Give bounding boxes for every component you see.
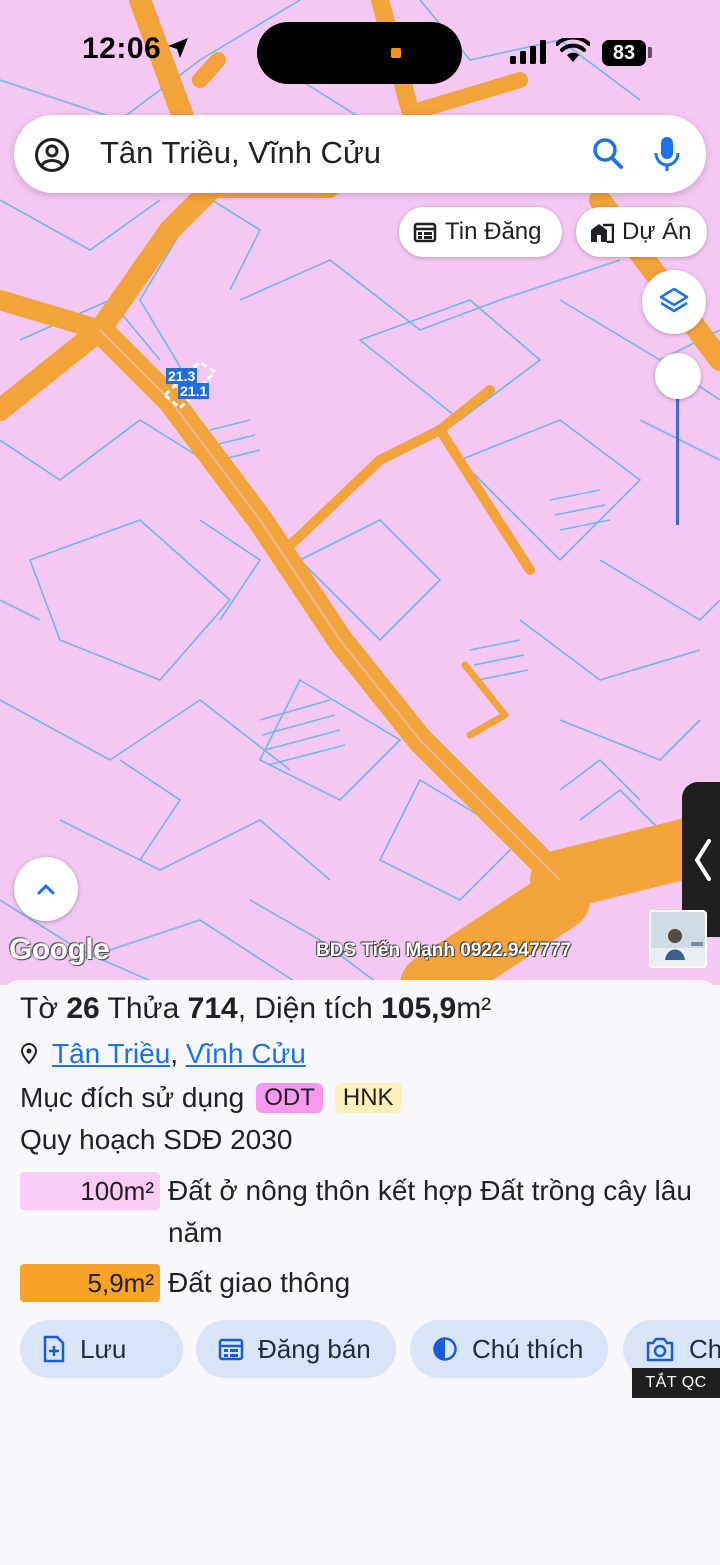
street-view-thumbnail[interactable] xyxy=(649,910,707,968)
expand-up-button[interactable] xyxy=(14,857,78,921)
legend-description: Đất ở nông thôn kết hợp Đất trồng cây lâ… xyxy=(168,1175,692,1248)
chevron-left-icon xyxy=(694,839,711,881)
land-use-tag-odt: ODT xyxy=(256,1083,323,1113)
area-label: , Diện tích xyxy=(237,992,373,1025)
buildings-icon xyxy=(591,223,614,243)
dynamic-island xyxy=(257,22,462,84)
person-photo-icon xyxy=(651,912,705,966)
contrast-icon xyxy=(433,1337,457,1361)
status-bar: 12:06 83 xyxy=(0,0,720,100)
save-label: Lưu xyxy=(80,1333,127,1364)
layers-icon xyxy=(659,287,689,313)
parcel-address: Tân Triều, Vĩnh Cửu xyxy=(20,1038,306,1070)
microphone-icon[interactable] xyxy=(654,135,680,173)
search-bar[interactable]: Tân Triều, Vĩnh Cửu xyxy=(14,115,706,193)
calendar-list-icon xyxy=(218,1338,244,1361)
legend-description: Đất giao thông xyxy=(168,1267,351,1298)
post-for-sale-label: Đăng bán xyxy=(258,1333,371,1364)
action-buttons: Lưu Đăng bán Chú thích Ch xyxy=(20,1320,720,1378)
parcel-title: Tờ 26 Thửa 714, Diện tích 105,9m² xyxy=(20,992,491,1026)
district-link[interactable]: Vĩnh Cửu xyxy=(186,1038,306,1070)
area-value: 105,9 xyxy=(381,992,457,1025)
land-use-tag-hnk: HNK xyxy=(334,1083,402,1113)
battery-indicator: 83 xyxy=(602,40,646,66)
parcel-label-text: Thửa xyxy=(107,992,180,1025)
address-separator: , xyxy=(170,1038,186,1069)
parcel-label[interactable]: 21.3 xyxy=(166,368,198,384)
chevron-up-icon xyxy=(37,884,55,895)
legend-label: Chú thích xyxy=(472,1333,584,1364)
watermark-text: BDS Tiến Mạnh 0922.947777 xyxy=(316,940,572,961)
sheet-number: 26 xyxy=(66,992,100,1025)
calendar-list-icon xyxy=(413,222,437,243)
search-icon[interactable] xyxy=(592,137,624,171)
parcel-number: 714 xyxy=(187,992,238,1025)
legend-area-swatch: 100m² xyxy=(20,1172,160,1210)
sheet-label: Tờ xyxy=(20,992,58,1025)
purpose-label: Mục đích sử dụng xyxy=(20,1082,245,1113)
location-pin-icon xyxy=(20,1043,38,1065)
capture-label: Ch xyxy=(689,1333,720,1364)
commune-link[interactable]: Tân Triều xyxy=(52,1038,170,1070)
status-time: 12:06 xyxy=(82,32,162,65)
legend-row-road: 5,9m² Đất giao thông xyxy=(20,1264,713,1304)
opacity-slider-track[interactable] xyxy=(676,380,679,525)
legend-button[interactable]: Chú thích xyxy=(410,1320,608,1378)
account-icon[interactable] xyxy=(34,137,70,173)
wifi-icon xyxy=(556,38,590,62)
area-unit: m² xyxy=(456,992,492,1025)
camera-add-icon xyxy=(646,1337,674,1362)
app-screen: 21.3 21.1 12:06 83 Tân Triều, Vĩnh Cửu T… xyxy=(0,0,720,1565)
legend-row-residential: 100m² Đất ở nông thôn kết hợp Đất trồng … xyxy=(20,1172,713,1254)
save-button[interactable]: Lưu xyxy=(20,1320,183,1378)
cellular-signal-icon xyxy=(510,40,546,64)
location-arrow-icon xyxy=(168,38,188,58)
google-logo: Google xyxy=(9,933,110,966)
search-input[interactable]: Tân Triều, Vĩnh Cửu xyxy=(100,135,381,171)
parcel-info-sheet: Tờ 26 Thửa 714, Diện tích 105,9m² Tân Tr… xyxy=(0,980,720,1565)
tin-dang-chip[interactable]: Tin Đăng xyxy=(399,207,562,257)
legend-area-swatch: 5,9m² xyxy=(20,1264,160,1302)
post-for-sale-button[interactable]: Đăng bán xyxy=(196,1320,396,1378)
file-add-icon xyxy=(43,1335,65,1363)
du-an-label: Dự Án xyxy=(622,218,692,245)
plan-heading: Quy hoạch SDĐ 2030 xyxy=(20,1124,293,1155)
layers-button[interactable] xyxy=(642,270,706,334)
tin-dang-label: Tin Đăng xyxy=(445,218,542,245)
opacity-slider-knob[interactable] xyxy=(655,353,701,399)
parcel-label[interactable]: 21.1 xyxy=(178,383,210,399)
du-an-chip[interactable]: Dự Án xyxy=(576,207,707,257)
ad-off-badge[interactable]: TẮT QC xyxy=(632,1368,720,1398)
land-use-purpose: Mục đích sử dụng ODT HNK xyxy=(20,1082,402,1114)
